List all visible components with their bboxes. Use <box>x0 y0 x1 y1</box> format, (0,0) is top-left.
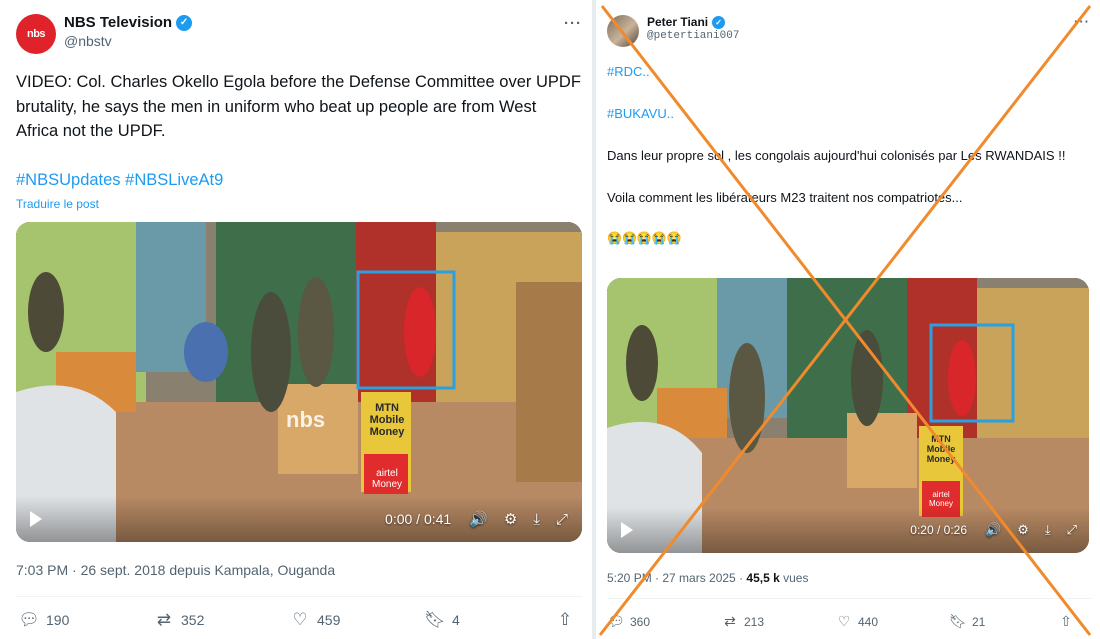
fullscreen-icon[interactable]: ⤢ <box>1067 522 1077 538</box>
settings-gear-icon[interactable]: ⚙ <box>1017 522 1029 538</box>
tweet-text: #RDC.. #BUKAVU.. Dans leur propre sol , … <box>607 62 1091 248</box>
reply-button[interactable]: 💬︎ 190 <box>18 610 153 630</box>
more-options-icon[interactable]: ··· <box>1074 14 1090 29</box>
bookmark-count: 21 <box>972 614 986 629</box>
repost-count: 352 <box>181 612 205 628</box>
kiosk-line: Mobile <box>926 444 956 454</box>
share-icon: ⇧ <box>1060 613 1072 629</box>
like-button[interactable]: ♡ 440 <box>835 613 949 630</box>
like-button[interactable]: ♡ 459 <box>289 610 424 630</box>
display-name[interactable]: NBS Television <box>64 14 172 33</box>
volume-icon[interactable]: 🔊 <box>985 522 1001 538</box>
tweet-line: Dans leur propre sol , les congolais auj… <box>607 148 1066 163</box>
reply-count: 190 <box>46 612 70 628</box>
share-icon: ⇧ <box>557 610 573 629</box>
bookmark-icon: 🔖︎ <box>949 613 967 629</box>
video-controls: 0:20 / 0:26 🔊 ⚙ ⤓ ⤢ <box>607 507 1089 553</box>
kiosk-line: MTN <box>931 434 951 444</box>
repost-icon: ⇄ <box>156 610 172 629</box>
video-controls: 0:00 / 0:41 🔊 ⚙ ⤓ ⤢ <box>16 496 582 542</box>
reply-count: 360 <box>630 614 651 629</box>
minimize-player-icon[interactable]: ⤓ <box>533 511 540 528</box>
video-player[interactable]: MTN Mobile Money airtel Money 0:20 / 0:2… <box>607 278 1089 553</box>
bookmark-icon: 🔖︎ <box>424 610 446 629</box>
handle[interactable]: @nbstv <box>64 33 192 51</box>
like-count: 440 <box>858 614 879 629</box>
share-button[interactable]: ⇧ <box>554 610 576 630</box>
hashtag-rdc[interactable]: #RDC.. <box>607 62 1091 82</box>
repost-button[interactable]: ⇄ 352 <box>153 610 289 630</box>
crying-emojis: 😭😭😭😭😭 <box>607 231 682 245</box>
divider <box>607 598 1091 599</box>
minimize-player-icon[interactable]: ⤓ <box>1045 522 1051 538</box>
bookmark-button[interactable]: 🔖︎ 4 <box>424 610 554 630</box>
translate-post-link[interactable]: Traduire le post <box>16 192 582 217</box>
verified-badge-icon: ✓ <box>712 16 726 29</box>
volume-icon[interactable]: 🔊 <box>469 510 488 528</box>
views-count: 45,5 k <box>746 571 780 585</box>
like-count: 459 <box>317 612 341 628</box>
hashtag-bukavu[interactable]: #BUKAVU.. <box>607 104 1091 124</box>
airtel-label: airtel Money <box>365 468 409 490</box>
reply-button[interactable]: 💬︎ 360 <box>607 613 721 630</box>
video-time: 0:00 / 0:41 <box>385 511 452 527</box>
repost-button[interactable]: ⇄ 213 <box>721 613 835 630</box>
kiosk-bottom-line: Money <box>371 479 402 490</box>
handle[interactable]: @petertiani007 <box>647 30 739 44</box>
kiosk-line: Mobile <box>369 414 405 426</box>
play-icon[interactable] <box>621 522 633 538</box>
tweet-header: Peter Tiani ✓ @petertiani007 <box>607 15 739 47</box>
tweet-text: VIDEO: Col. Charles Okello Egola before … <box>16 70 582 217</box>
mtn-kiosk-label: MTN Mobile Money <box>365 402 409 438</box>
avatar[interactable] <box>607 15 639 47</box>
nbs-watermark: nbs <box>286 407 326 432</box>
action-bar: 💬︎ 360 ⇄ 213 ♡ 440 🔖︎ 21 ⇧ <box>607 613 1091 630</box>
play-icon[interactable] <box>30 511 42 527</box>
more-options-icon[interactable]: ··· <box>564 15 582 32</box>
repost-icon: ⇄ <box>724 613 736 629</box>
mtn-kiosk-label: MTN Mobile Money <box>923 434 959 464</box>
views-label: vues <box>779 571 809 585</box>
kiosk-bottom-line: airtel <box>932 490 950 499</box>
tweet-header: nbs NBS Television ✓ @nbstv <box>16 14 193 54</box>
video-player[interactable]: nbs MTN Mobile Money airtel Money 0:00 /… <box>16 222 582 542</box>
avatar[interactable]: nbs <box>16 14 56 54</box>
tweet-body-text: VIDEO: Col. Charles Okello Egola before … <box>16 73 581 140</box>
kiosk-line: MTN <box>375 402 399 414</box>
post-metadata: 5:20 PM · 27 mars 2025 · 45,5 k vues <box>607 571 808 585</box>
action-bar: 💬︎ 190 ⇄ 352 ♡ 459 🔖︎ 4 ⇧ <box>18 610 584 630</box>
kiosk-line: Money <box>926 454 956 464</box>
post-timestamp[interactable]: 7:03 PM · 26 sept. 2018 depuis Kampala, … <box>16 562 335 578</box>
hashtags[interactable]: #NBSUpdates #NBSLiveAt9 <box>16 168 582 193</box>
tweet-nbs[interactable]: nbs NBS Television ✓ @nbstv ··· VIDEO: Co… <box>0 0 592 639</box>
reply-icon: 💬︎ <box>18 610 40 629</box>
video-time: 0:20 / 0:26 <box>910 523 967 537</box>
bookmark-button[interactable]: 🔖︎ 21 <box>949 613 1057 630</box>
divider <box>16 596 582 597</box>
screenshot-stage: nbs NBS Television ✓ @nbstv ··· VIDEO: Co… <box>0 0 1100 639</box>
tweet-line: Voila comment les libérateurs M23 traite… <box>607 190 963 205</box>
repost-count: 213 <box>744 614 765 629</box>
kiosk-bottom-line: airtel <box>376 468 398 479</box>
bookmark-count: 4 <box>452 612 460 628</box>
post-timestamp[interactable]: 5:20 PM · 27 mars 2025 · <box>607 571 746 585</box>
airtel-label: airtel Money <box>923 490 959 508</box>
heart-icon: ♡ <box>292 610 308 629</box>
share-button[interactable]: ⇧ <box>1057 613 1075 630</box>
reply-icon: 💬︎ <box>607 613 625 629</box>
display-name[interactable]: Peter Tiani <box>647 15 708 30</box>
settings-gear-icon[interactable]: ⚙ <box>504 510 517 528</box>
kiosk-line: Money <box>369 426 405 438</box>
video-frame <box>16 222 582 542</box>
verified-badge-icon: ✓ <box>176 15 193 32</box>
avatar-logo-text: nbs <box>26 28 46 40</box>
fullscreen-icon[interactable]: ⤢ <box>556 511 568 528</box>
heart-icon: ♡ <box>837 613 851 629</box>
tweet-peter-tiani[interactable]: Peter Tiani ✓ @petertiani007 ··· #RDC.. #… <box>596 0 1100 639</box>
